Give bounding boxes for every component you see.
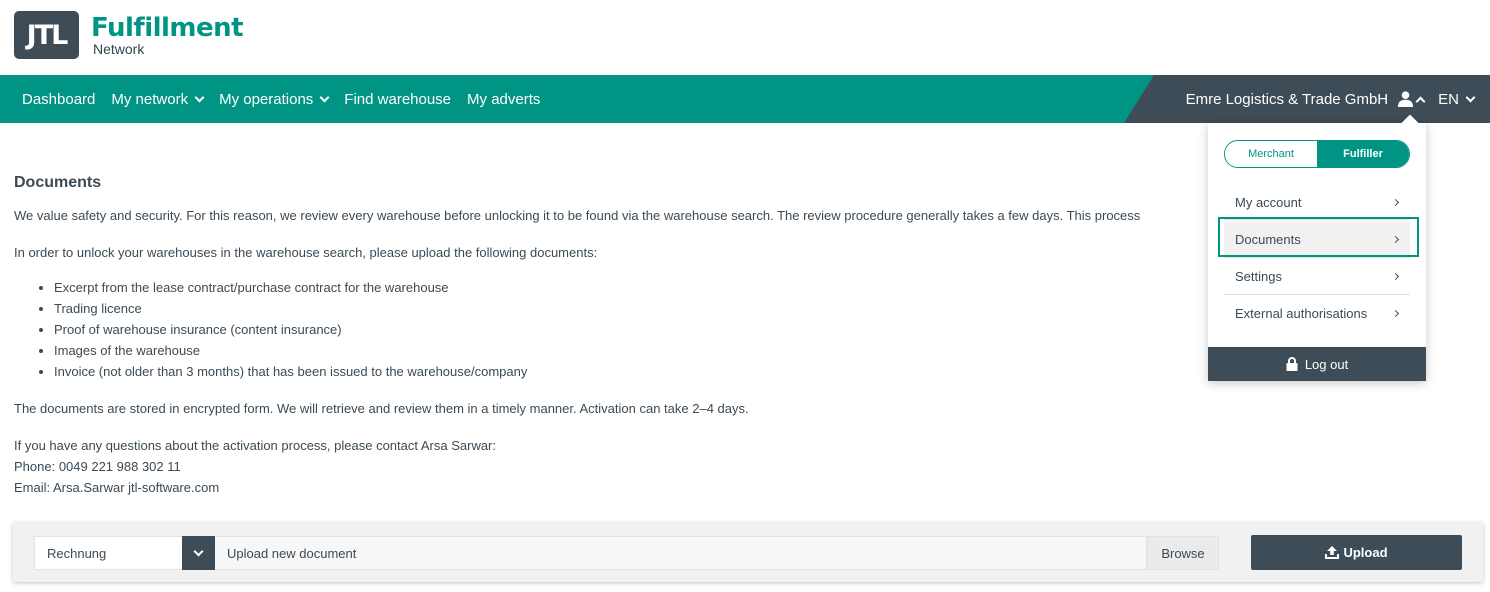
required-documents-list: Excerpt from the lease contract/purchase… xyxy=(54,277,1214,382)
contact-phone: Phone: 0049 221 988 302 11 xyxy=(14,459,181,474)
language-label: EN xyxy=(1438,90,1459,108)
contact-intro: If you have any questions about the acti… xyxy=(14,438,497,453)
user-dropdown-menu: Merchant Fulfiller My account Documents … xyxy=(1208,123,1426,381)
page-title: Documents xyxy=(14,174,102,191)
nav-find-warehouse-label: Find warehouse xyxy=(344,90,452,108)
app-logo[interactable]: JTL Fulfillment Network xyxy=(14,11,244,59)
logo-title: Fulfillment xyxy=(91,13,244,43)
logo-subtitle: Network xyxy=(93,41,145,57)
nav-menu: Dashboard My network My operations Find … xyxy=(22,75,556,123)
active-item-highlight xyxy=(1218,217,1419,257)
chevron-down-icon xyxy=(194,92,205,102)
user-menu-button[interactable] xyxy=(1398,91,1426,107)
list-item: Images of the warehouse xyxy=(54,340,1214,361)
logo-text: Fulfillment Network xyxy=(91,13,244,57)
chevron-down-icon xyxy=(193,546,204,556)
menu-item-external-authorisations[interactable]: External authorisations xyxy=(1224,296,1410,330)
menu-item-label: My account xyxy=(1235,194,1302,210)
nav-find-warehouse[interactable]: Find warehouse xyxy=(344,91,451,108)
chevron-up-icon xyxy=(1415,96,1426,106)
nav-my-network[interactable]: My network xyxy=(111,90,205,108)
nav-my-network-label: My network xyxy=(111,90,189,108)
chevron-right-icon xyxy=(1391,309,1400,317)
nav-my-operations[interactable]: My operations xyxy=(219,90,330,108)
upload-panel: Rechnung Upload new document Browse Uplo… xyxy=(13,522,1483,582)
menu-divider xyxy=(1224,294,1410,295)
logout-button[interactable]: Log out xyxy=(1208,347,1426,381)
intro-text: We value safety and security. For this r… xyxy=(14,208,1141,223)
upload-button-label: Upload xyxy=(1343,545,1388,560)
document-type-value: Rechnung xyxy=(47,546,107,561)
chevron-right-icon xyxy=(1391,198,1400,206)
lock-icon xyxy=(1286,357,1298,371)
language-selector[interactable]: EN xyxy=(1438,90,1476,108)
file-input[interactable]: Upload new document xyxy=(215,536,1147,570)
main-navbar: Dashboard My network My operations Find … xyxy=(0,75,1490,123)
logout-label: Log out xyxy=(1304,356,1349,372)
list-item: Trading licence xyxy=(54,298,1214,319)
menu-divider xyxy=(1224,257,1410,258)
jtl-logo-mark: JTL xyxy=(14,11,79,59)
role-toggle[interactable]: Merchant Fulfiller xyxy=(1224,140,1410,168)
select-dropdown-button[interactable] xyxy=(182,536,215,570)
nav-my-operations-label: My operations xyxy=(219,90,314,108)
instruction-text: In order to unlock your warehouses in th… xyxy=(14,245,598,260)
list-item: Invoice (not older than 3 months) that h… xyxy=(54,361,1214,382)
menu-item-my-account[interactable]: My account xyxy=(1224,185,1410,219)
menu-item-label: Settings xyxy=(1235,268,1282,284)
chevron-down-icon xyxy=(1465,92,1476,102)
nav-dashboard[interactable]: Dashboard xyxy=(22,91,95,108)
list-item: Proof of warehouse insurance (content in… xyxy=(54,319,1214,340)
nav-my-adverts[interactable]: My adverts xyxy=(467,91,540,108)
browse-button[interactable]: Browse xyxy=(1147,536,1219,570)
chevron-right-icon xyxy=(1391,272,1400,280)
menu-item-settings[interactable]: Settings xyxy=(1224,259,1410,293)
menu-item-label: External authorisations xyxy=(1235,305,1368,321)
role-merchant-option[interactable]: Merchant xyxy=(1225,141,1317,167)
upload-button[interactable]: Upload xyxy=(1251,535,1462,570)
nav-my-adverts-label: My adverts xyxy=(467,90,541,108)
chevron-down-icon xyxy=(319,92,330,102)
list-item: Excerpt from the lease contract/purchase… xyxy=(54,277,1214,298)
role-fulfiller-option[interactable]: Fulfiller xyxy=(1317,141,1409,167)
company-name: Emre Logistics & Trade GmbH xyxy=(1185,90,1389,108)
upload-icon xyxy=(1325,546,1340,559)
storage-note: The documents are stored in encrypted fo… xyxy=(14,401,749,416)
document-type-select[interactable]: Rechnung xyxy=(34,536,215,570)
user-icon xyxy=(1398,91,1414,107)
account-area: Emre Logistics & Trade GmbH EN xyxy=(1124,75,1490,123)
contact-email: Email: Arsa.Sarwar jtl-software.com xyxy=(14,480,220,495)
contact-info: If you have any questions about the acti… xyxy=(14,435,1214,498)
nav-dashboard-label: Dashboard xyxy=(22,90,96,108)
file-input-placeholder: Upload new document xyxy=(227,546,357,561)
documents-content: Documents We value safety and security. … xyxy=(14,172,1214,498)
